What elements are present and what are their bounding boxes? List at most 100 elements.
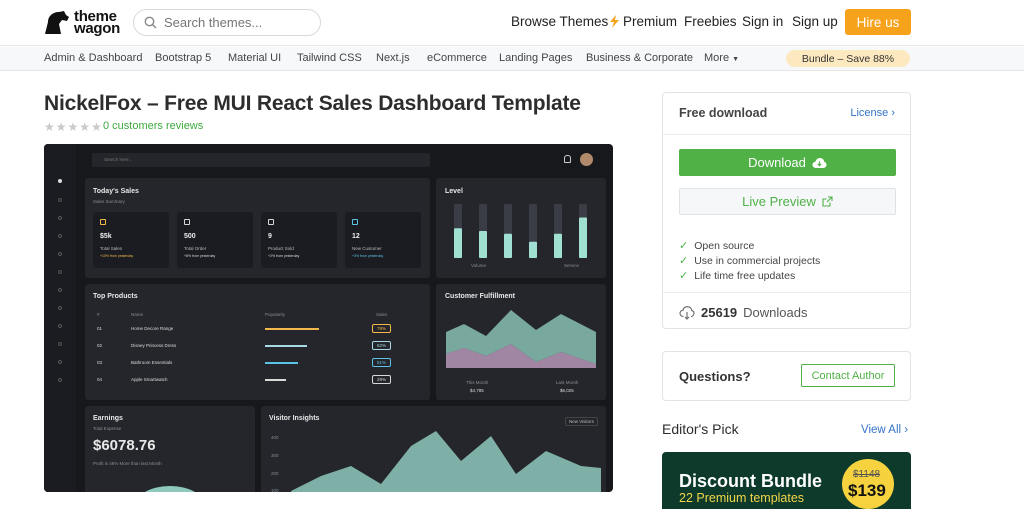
preview-kpi-label: Total Sales [100, 246, 123, 251]
editors-pick-heading: Editor's Pick [662, 421, 739, 437]
category-nextjs[interactable]: Next.js [376, 52, 410, 64]
preview-kpi-card: 12 New Customer +3% from yesterday [345, 212, 421, 268]
price-badge: $1148 $139 [842, 459, 894, 509]
category-bootstrap[interactable]: Bootstrap 5 [155, 52, 211, 64]
live-preview-button[interactable]: Live Preview [679, 188, 896, 215]
preview-kpi-value: 500 [184, 233, 196, 240]
preview-earnings-value: $6078.76 [93, 437, 156, 454]
nav-browse-themes-label: Browse Themes [511, 14, 609, 29]
star-icon: ★ [44, 120, 55, 134]
preview-cf-legend: This Month [466, 380, 489, 385]
cloud-download-icon [679, 305, 695, 320]
rating-stars: ★ ★ ★ ★ ★ [44, 120, 102, 134]
preview-kpi-value: $5k [100, 233, 112, 240]
preview-earnings-panel: Earnings Total Expense $6078.76 Profit i… [85, 406, 255, 492]
preview-tp-col: Popularity [265, 312, 286, 317]
check-icon: ✓ [679, 270, 689, 282]
external-link-icon [822, 196, 833, 207]
reviews-link[interactable]: 0 customers reviews [103, 120, 203, 132]
preview-kpi-value: 12 [352, 233, 360, 240]
preview-level-bar [579, 217, 587, 258]
preview-tp-col: # [97, 312, 100, 317]
preview-kpi-card: $5k Total Sales +10% from yesterday [93, 212, 169, 268]
category-tailwind[interactable]: Tailwind CSS [297, 52, 362, 64]
preview-sales-summary: Sales Summary [93, 199, 125, 204]
preview-kpi-note: +8% from yesterday [184, 254, 216, 258]
preview-kpi-note: +2% from yesterday [268, 254, 300, 258]
category-business[interactable]: Business & Corporate [586, 52, 693, 64]
preview-bell-icon [564, 155, 571, 163]
download-card: Free download License › Download Live Pr… [662, 92, 911, 329]
logo-text-line2: wagon [74, 20, 120, 37]
nav-premium[interactable]: Premium [610, 14, 677, 29]
preview-level-legend-volume: Volume [471, 263, 487, 268]
downloads-label: Downloads [743, 305, 808, 320]
themewagon-logo[interactable]: theme wagon [42, 9, 120, 37]
preview-kpi-card: 500 Total Order +8% from yesterday [177, 212, 253, 268]
preview-kpi-note: +3% from yesterday [352, 254, 384, 258]
nav-sign-up[interactable]: Sign up [792, 14, 838, 29]
preview-tp-number: 03 [97, 360, 103, 365]
free-download-label: Free download [679, 106, 768, 120]
view-all-link[interactable]: View All › [861, 424, 908, 436]
preview-earnings-gauge [135, 486, 205, 492]
preview-todays-sales-panel: Today's Sales Sales Summary $5k Total Sal… [85, 178, 430, 278]
preview-nav-dot [58, 360, 62, 364]
search-box[interactable] [133, 9, 321, 36]
preview-nav-dot [58, 270, 62, 274]
preview-tp-popularity-bar [265, 328, 319, 330]
download-button-label: Download [748, 155, 806, 170]
category-admin-dashboard[interactable]: Admin & Dashboard [44, 52, 142, 64]
preview-top-products-title: Top Products [93, 293, 138, 300]
questions-label: Questions? [679, 369, 751, 384]
search-input[interactable] [164, 15, 304, 30]
promo-subtitle: 22 Premium templates [679, 491, 805, 505]
lightning-icon [610, 15, 619, 28]
preview-tp-col: Sales [376, 312, 388, 317]
nav-browse-themes[interactable]: Browse Themes [511, 14, 608, 29]
caret-down-icon: ▼ [732, 56, 740, 63]
license-link[interactable]: License › [850, 107, 895, 119]
category-landing-pages[interactable]: Landing Pages [499, 52, 572, 64]
hire-us-button[interactable]: Hire us [845, 9, 911, 35]
nav-freebies[interactable]: Freebies [684, 14, 737, 29]
bundle-save-pill[interactable]: Bundle – Save 88% [786, 50, 910, 67]
preview-search-placeholder: Search here... [104, 157, 133, 162]
category-ecommerce[interactable]: eCommerce [427, 52, 487, 64]
contact-author-button[interactable]: Contact Author [801, 364, 895, 387]
preview-level-bar [479, 231, 487, 258]
preview-avatar [580, 153, 593, 166]
preview-tp-popularity-bar [265, 345, 307, 347]
preview-kpi-note: +10% from yesterday [100, 254, 134, 258]
category-more[interactable]: More ▼ [704, 52, 739, 64]
divider [663, 134, 910, 135]
questions-card: Questions? Contact Author [662, 351, 911, 401]
license-link-label: License [850, 107, 889, 119]
search-icon [144, 16, 157, 29]
preview-vi-series [291, 431, 601, 492]
download-button[interactable]: Download [679, 149, 896, 176]
discount-bundle-banner[interactable]: Discount Bundle 22 Premium templates $11… [662, 452, 911, 509]
preview-nav-dot [58, 216, 62, 220]
promo-title: Discount Bundle [679, 471, 822, 491]
star-icon: ★ [67, 120, 79, 134]
preview-customer-fulfillment-panel: Customer Fulfillment This Month $4,785 L… [436, 284, 606, 400]
preview-level-legend-service: Service [564, 263, 580, 268]
preview-tp-number: 04 [97, 377, 103, 382]
preview-tp-name: Bathroom Essentials [131, 360, 173, 365]
downloads-number: 25619 [701, 305, 738, 320]
category-bar: Admin & Dashboard Bootstrap 5 Material U… [0, 47, 1024, 71]
check-icon: ✓ [679, 255, 689, 267]
page-title: NickelFox – Free MUI React Sales Dashboa… [44, 92, 581, 115]
template-preview-image[interactable]: Search here... Today's Sales Sales Summa… [44, 144, 613, 492]
preview-tp-name: Home Decore Range [131, 326, 174, 331]
category-material-ui[interactable]: Material UI [228, 52, 281, 64]
nav-sign-in[interactable]: Sign in [742, 14, 783, 29]
preview-tp-sales-badge: 51% [372, 358, 392, 367]
preview-earnings-title: Earnings [93, 415, 123, 422]
nav-freebies-label: Freebies [684, 14, 737, 29]
preview-nav-dot [58, 378, 62, 382]
preview-nav-dot [58, 198, 62, 202]
preview-nav-dot [58, 342, 62, 346]
view-all-label: View All [861, 424, 902, 436]
